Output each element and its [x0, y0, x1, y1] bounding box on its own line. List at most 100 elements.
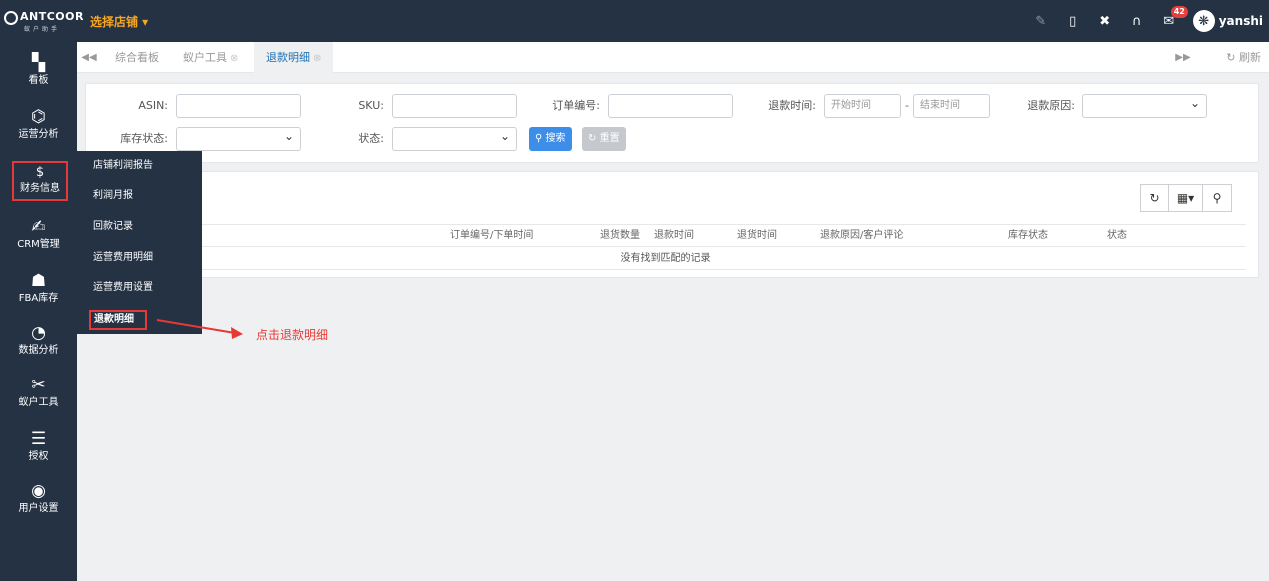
sidebar-item-label: CRM管理 — [17, 239, 60, 250]
finance-icon: $ — [35, 165, 45, 180]
tab-bar: ◀◀ 综合看板 蚁户工具 ⊗ 退款明细 ⊗ ▶▶ ↻ 刷新 — [77, 42, 1269, 73]
start-date-input[interactable]: 开始时间 — [824, 94, 901, 118]
col-refund-time[interactable]: 退款时间 — [654, 225, 694, 246]
sidebar-item-fba[interactable]: ☗ FBA库存 — [0, 264, 77, 314]
handshake-icon: ✍ — [31, 217, 46, 237]
top-bar: ANTCOOR 蚁户助手 选择店铺 ▾ ✎ ▯ ✖ ∩ ✉ 42 ❋ yanshi — [0, 0, 1269, 42]
sidebar-item-user-settings[interactable]: ◉ 用户设置 — [0, 474, 77, 524]
refund-time-label: 退款时间: — [768, 99, 816, 112]
tab-tools[interactable]: 蚁户工具 ⊗ — [171, 42, 250, 73]
reset-icon: ↻ — [588, 133, 597, 144]
sidebar-item-dashboard[interactable]: ▚ 看板 — [0, 46, 77, 96]
sidebar-item-crm[interactable]: ✍ CRM管理 — [0, 210, 77, 260]
stock-select[interactable] — [176, 125, 301, 151]
empty-message: 没有找到匹配的记录 — [85, 247, 1246, 270]
columns-icon[interactable]: ▦▾ — [1169, 185, 1203, 211]
sidebar-item-label: 财务信息 — [20, 183, 60, 194]
tab-overview[interactable]: 综合看板 — [103, 42, 171, 73]
sidebar-item-label: 看板 — [28, 75, 49, 86]
table-header: 订单编号/下单时间 退货数量 退款时间 退货时间 退款原因/客户评论 库存状态 … — [85, 224, 1246, 247]
store-selector[interactable]: 选择店铺 ▾ — [90, 13, 148, 30]
sidebar-item-label: 运营分析 — [18, 129, 59, 140]
submenu-item-expense-settings[interactable]: 运营费用设置 — [77, 273, 202, 303]
mobile-icon[interactable]: ▯ — [1057, 0, 1089, 42]
refresh-icon: ↻ — [1226, 51, 1236, 64]
end-date-input[interactable]: 结束时间 — [913, 94, 990, 118]
asin-input[interactable] — [176, 94, 301, 118]
sku-input[interactable] — [392, 94, 517, 118]
col-status[interactable]: 状态 — [1107, 225, 1127, 246]
asin-label: ASIN: — [138, 99, 168, 112]
annotation-arrow — [156, 319, 243, 339]
analytics-icon: ⌬ — [31, 107, 46, 127]
annotation-text: 点击退款明细 — [256, 328, 329, 342]
users-icon: ☗ — [30, 271, 47, 291]
col-return-qty[interactable]: 退货数量 — [600, 225, 640, 246]
mail-badge: 42 — [1170, 6, 1188, 18]
logo[interactable]: ANTCOOR 蚁户助手 — [2, 8, 83, 34]
submenu-item-refund-details[interactable]: 退款明细 — [89, 310, 147, 330]
tab-refund-details[interactable]: 退款明细 ⊗ — [254, 42, 334, 73]
sliders-icon: ☰ — [30, 429, 47, 449]
reason-label: 退款原因: — [1027, 99, 1075, 112]
tab-label: 综合看板 — [115, 51, 159, 64]
reset-button[interactable]: ↻ 重置 — [582, 127, 626, 151]
sidebar: ▚ 看板 ⌬ 运营分析 $ 财务信息 ✍ CRM管理 ☗ FBA库存 ◔ 数据分… — [0, 42, 77, 581]
logo-subtitle: 蚁户助手 — [24, 26, 61, 33]
sidebar-item-auth[interactable]: ☰ 授权 — [0, 422, 77, 472]
search-icon[interactable]: ⚲ — [1203, 185, 1231, 211]
close-icon[interactable]: ⊗ — [230, 53, 238, 64]
sidebar-item-finance[interactable]: $ 财务信息 — [12, 161, 68, 201]
sidebar-item-label: FBA库存 — [18, 293, 59, 304]
search-button-label: 搜索 — [545, 133, 566, 144]
search-icon: ⚲ — [535, 133, 543, 144]
dashboard-icon: ▚ — [31, 53, 46, 73]
tabs-prev-icon[interactable]: ◀◀ — [77, 42, 101, 73]
tabs-next-icon[interactable]: ▶▶ — [1171, 42, 1195, 73]
sidebar-item-label: 数据分析 — [18, 345, 59, 356]
username: yanshi — [1218, 14, 1263, 28]
order-label: 订单编号: — [552, 99, 600, 112]
submenu-item-expense-details[interactable]: 运营费用明细 — [77, 243, 202, 273]
close-icon[interactable]: ⊗ — [313, 53, 321, 64]
reason-select[interactable] — [1082, 92, 1207, 118]
tab-label: 蚁户工具 — [183, 51, 227, 64]
refresh-label: 刷新 — [1239, 51, 1261, 64]
col-return-time[interactable]: 退货时间 — [737, 225, 777, 246]
avatar: ❋ — [1192, 10, 1215, 32]
sidebar-item-operations[interactable]: ⌬ 运营分析 — [0, 100, 77, 150]
sidebar-item-tools[interactable]: ✂ 蚁户工具 — [0, 368, 77, 418]
sidebar-item-label: 蚁户工具 — [18, 397, 59, 408]
logo-mark-icon — [4, 11, 18, 25]
order-input[interactable] — [608, 94, 733, 118]
submenu-item-store-profit[interactable]: 店铺利润报告 — [77, 151, 202, 181]
finance-submenu: 店铺利润报告 利润月报 回款记录 运营费用明细 运营费用设置 退款明细 — [77, 151, 202, 334]
user-menu[interactable]: ❋ yanshi — [1185, 0, 1269, 42]
col-order[interactable]: 订单编号/下单时间 — [450, 225, 533, 246]
refresh-table-icon[interactable]: ↻ — [1141, 185, 1169, 211]
headset-icon[interactable]: ∩ — [1121, 0, 1153, 42]
status-select[interactable] — [392, 125, 517, 151]
sku-label: SKU: — [358, 99, 384, 112]
fullscreen-icon[interactable]: ✖ — [1089, 0, 1121, 42]
submenu-item-payments[interactable]: 回款记录 — [77, 212, 202, 242]
submenu-item-monthly-profit[interactable]: 利润月报 — [77, 181, 202, 211]
col-stock-status[interactable]: 库存状态 — [1008, 225, 1048, 246]
plug-icon[interactable]: ✎ — [1025, 0, 1057, 42]
sidebar-item-label: 用户设置 — [18, 503, 59, 514]
mail-icon[interactable]: ✉ 42 — [1153, 0, 1188, 42]
logo-text: ANTCOOR — [20, 10, 84, 23]
col-reason[interactable]: 退款原因/客户评论 — [820, 225, 903, 246]
sidebar-item-data[interactable]: ◔ 数据分析 — [0, 316, 77, 366]
search-button[interactable]: ⚲ 搜索 — [529, 127, 572, 151]
refresh-button[interactable]: ↻ 刷新 — [1226, 42, 1261, 73]
reset-button-label: 重置 — [599, 133, 620, 144]
stock-label: 库存状态: — [120, 132, 168, 145]
date-separator: - — [905, 99, 909, 112]
status-label: 状态: — [358, 132, 384, 145]
pie-chart-icon: ◔ — [31, 323, 46, 343]
top-icons: ✎ ▯ ✖ ∩ ✉ 42 ❋ yanshi — [1025, 0, 1269, 42]
user-icon: ◉ — [31, 481, 46, 501]
sidebar-item-label: 授权 — [28, 451, 49, 462]
tools-icon: ✂ — [31, 375, 46, 395]
